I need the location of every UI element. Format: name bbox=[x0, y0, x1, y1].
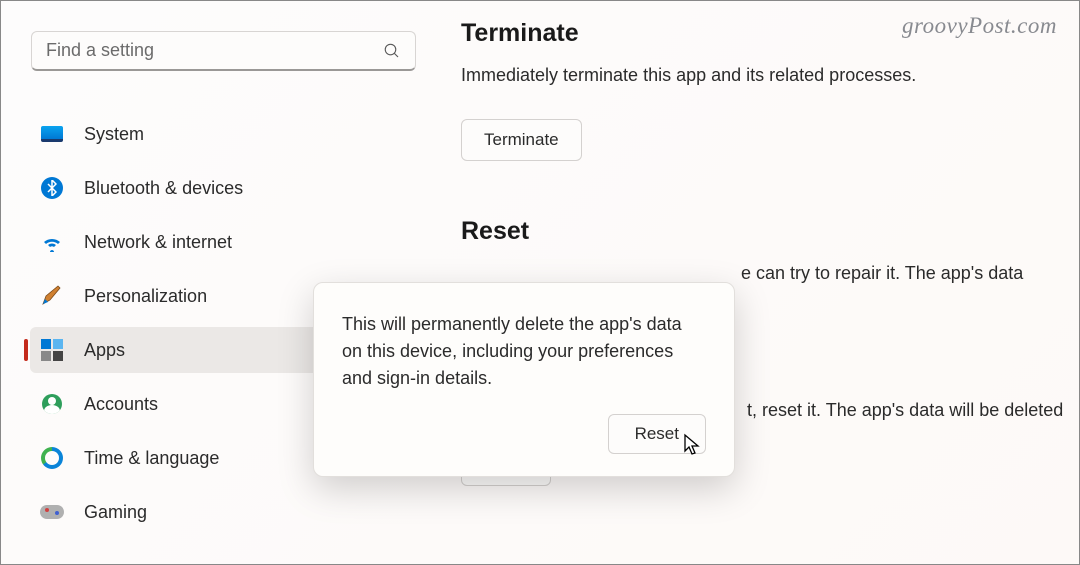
popup-reset-button[interactable]: Reset bbox=[608, 414, 706, 454]
nav-list: System Bluetooth & devices Network & int… bbox=[29, 111, 319, 535]
terminate-button[interactable]: Terminate bbox=[461, 119, 582, 161]
reset-confirmation-popup: This will permanently delete the app's d… bbox=[313, 282, 735, 477]
sidebar-item-label: Time & language bbox=[84, 448, 219, 469]
sidebar-item-time-language[interactable]: Time & language bbox=[30, 435, 319, 481]
reset-description-fragment: t, reset it. The app's data will be dele… bbox=[747, 397, 1079, 424]
time-language-icon bbox=[40, 446, 64, 470]
sidebar-item-personalization[interactable]: Personalization bbox=[30, 273, 319, 319]
bluetooth-icon bbox=[40, 176, 64, 200]
sidebar-item-apps[interactable]: Apps bbox=[30, 327, 319, 373]
wifi-icon bbox=[40, 230, 64, 254]
sidebar-item-label: System bbox=[84, 124, 144, 145]
sidebar: System Bluetooth & devices Network & int… bbox=[1, 1, 319, 564]
sidebar-item-gaming[interactable]: Gaming bbox=[30, 489, 319, 535]
sidebar-item-label: Accounts bbox=[84, 394, 158, 415]
repair-description-fragment: e can try to repair it. The app's data bbox=[741, 260, 1079, 287]
system-icon bbox=[40, 122, 64, 146]
accounts-icon bbox=[40, 392, 64, 416]
popup-actions: Reset bbox=[342, 414, 706, 454]
paintbrush-icon bbox=[40, 284, 64, 308]
sidebar-item-network[interactable]: Network & internet bbox=[30, 219, 319, 265]
popup-message: This will permanently delete the app's d… bbox=[342, 311, 706, 392]
sidebar-item-accounts[interactable]: Accounts bbox=[30, 381, 319, 427]
terminate-title: Terminate bbox=[461, 19, 1079, 48]
apps-icon bbox=[40, 338, 64, 362]
sidebar-item-label: Personalization bbox=[84, 286, 207, 307]
sidebar-item-label: Bluetooth & devices bbox=[84, 178, 243, 199]
sidebar-item-label: Network & internet bbox=[84, 232, 232, 253]
sidebar-item-bluetooth[interactable]: Bluetooth & devices bbox=[30, 165, 319, 211]
sidebar-item-label: Gaming bbox=[84, 502, 147, 523]
gaming-icon bbox=[40, 500, 64, 524]
sidebar-item-system[interactable]: System bbox=[30, 111, 319, 157]
terminate-description: Immediately terminate this app and its r… bbox=[461, 62, 1079, 89]
reset-title: Reset bbox=[461, 217, 1079, 246]
sidebar-item-label: Apps bbox=[84, 340, 125, 361]
